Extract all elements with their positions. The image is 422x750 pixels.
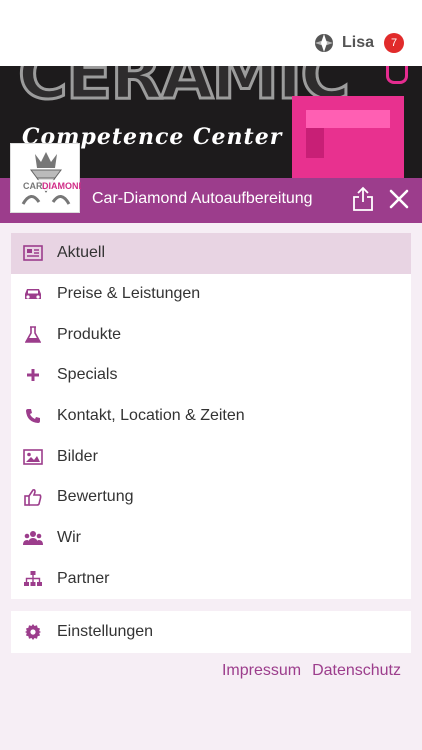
menu-item-label: Bewertung (57, 488, 134, 506)
menu-item-bilder[interactable]: Bilder (11, 436, 411, 477)
menu-item-preise[interactable]: Preise & Leistungen (11, 274, 411, 315)
sitemap-icon (11, 570, 55, 587)
impressum-link[interactable]: Impressum (222, 662, 301, 680)
menu-item-label: Specials (57, 366, 118, 384)
menu-item-wir[interactable]: Wir (11, 518, 411, 559)
menu-item-label: Einstellungen (57, 623, 154, 640)
group-icon (11, 530, 55, 546)
menu-item-specials[interactable]: Specials (11, 355, 411, 396)
main-menu: Aktuell Preise & Leistungen Produkte Spe… (11, 233, 411, 600)
svg-text:DIAMOND: DIAMOND (42, 181, 81, 191)
menu-item-produkte[interactable]: Produkte (11, 314, 411, 355)
menu-item-label: Produkte (57, 325, 122, 343)
plus-icon (11, 367, 55, 383)
thumbs-up-icon (11, 488, 55, 507)
news-icon (11, 245, 55, 262)
car-icon (11, 287, 55, 301)
close-icon[interactable] (388, 188, 410, 210)
footer-links: Impressum Datenschutz (222, 662, 401, 680)
notification-badge[interactable]: 7 (384, 33, 404, 53)
menu-item-kontakt[interactable]: Kontakt, Location & Zeiten (11, 396, 411, 437)
flask-icon (11, 325, 55, 344)
brand-logo: CAR DIAMOND (10, 143, 85, 213)
user-name[interactable]: Lisa (342, 34, 374, 52)
menu-item-label: Aktuell (57, 244, 106, 262)
user-account[interactable]: Lisa 7 (314, 33, 404, 53)
menu-item-aktuell[interactable]: Aktuell (11, 233, 411, 274)
app-logo-icon (314, 34, 333, 52)
gear-icon (11, 624, 55, 640)
menu-item-label: Bilder (57, 447, 98, 465)
app-title: Car-Diamond Autoaufbereitung (92, 190, 313, 207)
diamond-logo-icon: CAR DIAMOND (21, 152, 85, 205)
image-icon (11, 448, 55, 465)
menu-item-bewertung[interactable]: Bewertung (11, 477, 411, 518)
menu-item-label: Partner (57, 569, 110, 587)
hero-graphic (292, 96, 404, 178)
hero-logo-mark (386, 66, 408, 84)
share-icon[interactable] (352, 186, 374, 212)
menu-item-einstellungen[interactable]: Einstellungen (11, 611, 411, 653)
svg-text:CAR: CAR (23, 181, 43, 191)
menu-item-partner[interactable]: Partner (11, 559, 411, 600)
menu-item-label: Preise & Leistungen (57, 285, 201, 303)
menu-item-label: Kontakt, Location & Zeiten (57, 407, 245, 425)
datenschutz-link[interactable]: Datenschutz (312, 662, 401, 680)
phone-icon (11, 408, 55, 424)
top-bar: Lisa 7 (0, 0, 422, 66)
menu-item-label: Wir (57, 529, 81, 547)
